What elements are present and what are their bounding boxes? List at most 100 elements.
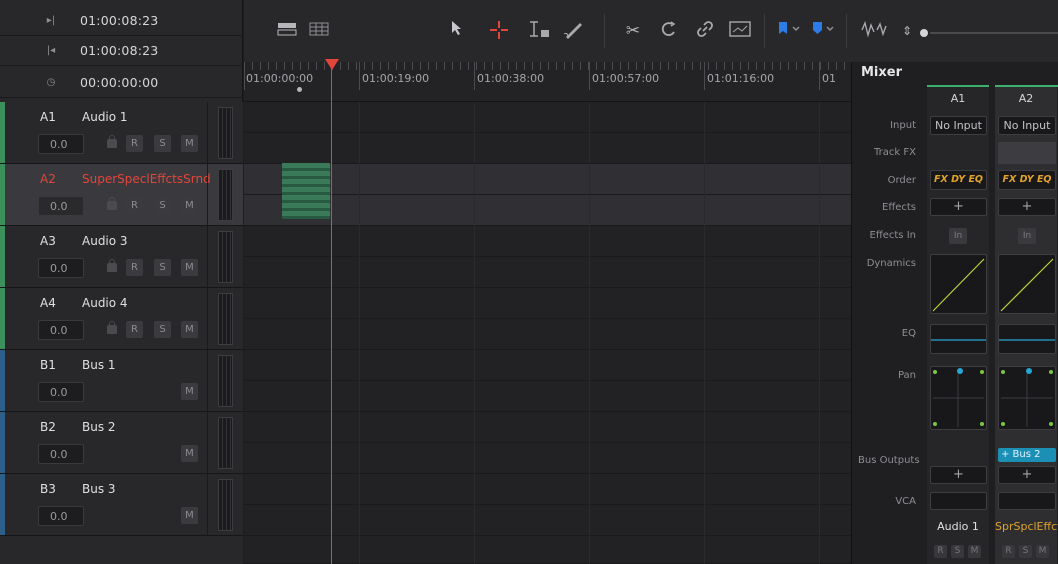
track-name[interactable]: Audio 3 — [82, 234, 128, 248]
solo-button[interactable]: S — [154, 197, 171, 214]
lock-icon[interactable] — [107, 197, 117, 210]
add-effect-button-a1[interactable]: + — [930, 198, 987, 216]
timeline-lane-a2[interactable] — [244, 164, 851, 226]
timeline-lane-empty[interactable] — [244, 536, 851, 564]
track-header-a2[interactable]: A2 SuperSpeclEffctsSrnd 0.0 R S M — [0, 164, 243, 226]
record-arm-button[interactable]: R — [1002, 545, 1015, 558]
mute-button[interactable]: M — [181, 321, 198, 338]
timecode-row-2[interactable]: |◂ 01:00:08:23 — [0, 36, 243, 66]
track-volume-field[interactable]: 0.0 — [38, 444, 84, 464]
eq-graph-a2[interactable] — [998, 324, 1056, 354]
record-arm-button[interactable]: R — [934, 545, 947, 558]
divider — [207, 226, 208, 287]
mute-button[interactable]: M — [1036, 545, 1049, 558]
solo-button[interactable]: S — [154, 259, 171, 276]
track-header-b1[interactable]: B1 Bus 1 0.0 M — [0, 350, 243, 412]
add-bus-output-button-a1[interactable]: + — [930, 466, 987, 484]
timeline-lane-a1[interactable] — [244, 102, 851, 164]
snap-icon[interactable] — [658, 20, 680, 42]
track-volume-field[interactable]: 0.0 — [38, 382, 84, 402]
dynamics-graph-a1[interactable] — [930, 254, 987, 314]
ruler-marker-dot[interactable] — [297, 87, 302, 92]
effects-in-button-a1[interactable]: In — [949, 228, 967, 244]
channel-name-label[interactable]: SprSpclEffctS — [995, 520, 1058, 533]
track-header-b2[interactable]: B2 Bus 2 0.0 M — [0, 412, 243, 474]
flag-icon[interactable] — [776, 20, 804, 42]
order-select-a2[interactable]: FX DY EQ — [998, 170, 1056, 190]
link-icon[interactable] — [694, 20, 716, 42]
lock-icon[interactable] — [107, 135, 117, 148]
add-bus-output-button-a2[interactable]: + — [998, 466, 1056, 484]
channel-name-label[interactable]: Audio 1 — [927, 520, 989, 533]
timeline-lane-a4[interactable] — [244, 288, 851, 350]
waveform-icon[interactable] — [860, 20, 890, 42]
input-select-a1[interactable]: No Input — [930, 116, 987, 135]
track-volume-field[interactable]: 0.0 — [38, 320, 84, 340]
order-select-a1[interactable]: FX DY EQ — [930, 170, 987, 190]
track-volume-field[interactable]: 0.0 — [38, 134, 84, 154]
mute-button[interactable]: M — [181, 135, 198, 152]
track-volume-field[interactable]: 0.0 — [38, 258, 84, 278]
track-name[interactable]: Bus 2 — [82, 420, 116, 434]
mute-button[interactable]: M — [181, 197, 198, 214]
zoom-slider-handle[interactable] — [920, 29, 928, 37]
grid-layout-icon[interactable] — [308, 20, 330, 42]
zoom-icon[interactable]: ⇕ — [900, 20, 914, 42]
solo-button[interactable]: S — [154, 321, 171, 338]
marker-icon[interactable] — [810, 20, 838, 42]
mute-button[interactable]: M — [181, 507, 198, 524]
track-name[interactable]: Audio 4 — [82, 296, 128, 310]
solo-button[interactable]: S — [1019, 545, 1032, 558]
record-arm-button[interactable]: R — [126, 197, 143, 214]
range-select-icon[interactable] — [488, 20, 510, 42]
track-name[interactable]: Bus 1 — [82, 358, 116, 372]
record-arm-button[interactable]: R — [126, 135, 143, 152]
eq-graph-a1[interactable] — [930, 324, 987, 354]
track-header-b3[interactable]: B3 Bus 3 0.0 M — [0, 474, 243, 536]
track-name[interactable]: Audio 1 — [82, 110, 128, 124]
lock-icon[interactable] — [107, 259, 117, 272]
track-volume-field[interactable]: 0.0 — [38, 196, 84, 216]
effects-in-button-a2[interactable]: In — [1018, 228, 1036, 244]
track-header-a1[interactable]: A1 Audio 1 0.0 R S M — [0, 102, 243, 164]
track-name[interactable]: SuperSpeclEffctsSrnd — [82, 172, 211, 186]
timecode-row-3[interactable]: ◷ 00:00:00:00 — [0, 68, 243, 98]
record-arm-button[interactable]: R — [126, 321, 143, 338]
mute-button[interactable]: M — [968, 545, 981, 558]
pan-control-a2[interactable] — [998, 366, 1056, 430]
trim-icon[interactable] — [526, 20, 552, 42]
bus-output-assignment[interactable]: + Bus 2 — [998, 448, 1056, 462]
mute-button[interactable]: M — [181, 445, 198, 462]
pan-control-a1[interactable] — [930, 366, 987, 430]
audio-clip[interactable] — [282, 163, 330, 219]
track-header-a4[interactable]: A4 Audio 4 0.0 R S M — [0, 288, 243, 350]
solo-button[interactable]: S — [154, 135, 171, 152]
track-fx-slot-a2[interactable] — [998, 142, 1056, 164]
add-effect-button-a2[interactable]: + — [998, 198, 1056, 216]
track-header-a3[interactable]: A3 Audio 3 0.0 R S M — [0, 226, 243, 288]
mute-button[interactable]: M — [181, 383, 198, 400]
input-select-a2[interactable]: No Input — [998, 116, 1056, 135]
playhead-line[interactable] — [331, 60, 332, 564]
mute-button[interactable]: M — [181, 259, 198, 276]
track-volume-field[interactable]: 0.0 — [38, 506, 84, 526]
track-name[interactable]: Bus 3 — [82, 482, 116, 496]
timeline-lane-b2[interactable] — [244, 412, 851, 474]
zoom-slider-track[interactable] — [930, 32, 1058, 34]
timeline-lane-b3[interactable] — [244, 474, 851, 536]
pointer-icon[interactable] — [448, 20, 466, 42]
clip-replace-icon[interactable] — [728, 20, 752, 42]
timecode-row-1[interactable]: ▸| 01:00:08:23 — [0, 6, 243, 36]
dynamics-graph-a2[interactable] — [998, 254, 1056, 314]
record-arm-button[interactable]: R — [126, 259, 143, 276]
vca-select-a2[interactable] — [998, 492, 1056, 510]
razor-icon[interactable]: ✂ — [622, 20, 644, 42]
playhead-handle[interactable] — [325, 59, 339, 70]
solo-button[interactable]: S — [951, 545, 964, 558]
vca-select-a1[interactable] — [930, 492, 987, 510]
lock-icon[interactable] — [107, 321, 117, 334]
layout-icon[interactable] — [276, 20, 298, 42]
timeline-lane-b1[interactable] — [244, 350, 851, 412]
pen-icon[interactable] — [562, 20, 586, 42]
timeline-lane-a3[interactable] — [244, 226, 851, 288]
